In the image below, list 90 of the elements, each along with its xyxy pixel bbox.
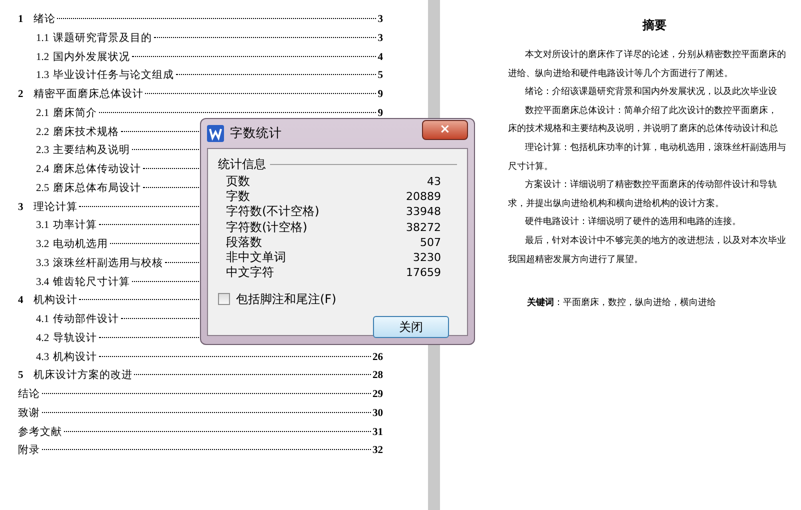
toc-page-number: 3 [378, 13, 383, 27]
stat-label: 字符数(计空格) [226, 220, 308, 235]
toc-page-number: 3 [378, 32, 383, 46]
toc-number: 3.1 [36, 219, 50, 234]
toc-entry-title: 毕业设计任务与论文组成 [53, 68, 174, 84]
toc-page-number: 5 [378, 69, 383, 84]
toc-number: 4 [18, 294, 24, 308]
keywords-line: 关键词：平面磨床，数控，纵向进给，横向进给 [526, 296, 717, 310]
stat-value: 20889 [406, 189, 441, 204]
toc-entry-title: 理论计算 [33, 200, 78, 214]
toc-entry-title: 磨床技术规格 [53, 125, 120, 140]
toc-number: 3 [18, 200, 24, 214]
toc-number: 3.4 [36, 276, 50, 290]
checkbox[interactable] [218, 293, 230, 306]
abstract-text-line: 求，并提出纵向进给机构和横向进给机构的设计方案。 [508, 196, 725, 210]
abstract-text-line: 我国超精密发展方向进行了展望。 [508, 252, 644, 266]
toc-page-number: 26 [372, 350, 383, 364]
toc-entry-title: 参考文献 [18, 425, 62, 440]
stat-label: 页数 [226, 174, 250, 190]
stat-label: 字数 [226, 189, 250, 204]
toc-page-number: 29 [372, 388, 383, 402]
toc-entry-title: 磨床总体布局设计 [53, 181, 142, 196]
toc-entry-title: 传动部件设计 [53, 312, 120, 327]
toc-entry-title: 磨床总体传动设计 [53, 162, 142, 177]
toc-page-number: 9 [378, 88, 383, 102]
toc-number: 2.1 [36, 106, 50, 121]
toc-number: 4.3 [36, 350, 50, 364]
dialog-title: 字数统计 [230, 124, 282, 142]
stat-value: 43 [427, 174, 441, 190]
toc-number: 1 [18, 13, 24, 27]
toc-number: 4.2 [36, 332, 50, 346]
abstract-text-line: 尺寸计算。 [508, 160, 554, 173]
toc-entry-title: 功率计算 [53, 218, 98, 234]
toc-entry-title: 附录 [18, 444, 40, 458]
toc-number: 1.3 [36, 69, 50, 84]
toc-number: 2.5 [36, 182, 50, 196]
checkbox-label[interactable]: 包括脚注和尾注(F) [236, 290, 336, 308]
toc-entry-title: 机构设计 [33, 293, 78, 308]
toc-entry-title: 结论 [18, 387, 40, 402]
abstract-text-line: 绪论：介绍该课题研究背景和国内外发展状况，以及此次毕业设 [524, 85, 778, 98]
stat-label: 字符数(不计空格) [226, 204, 320, 220]
toc-entry-title: 电动机选用 [53, 237, 108, 252]
close-dialog-button[interactable]: 关闭 [373, 316, 449, 338]
toc-entry-title: 锥齿轮尺寸计算 [53, 275, 130, 290]
abstract-text-line: 理论计算：包括机床功率的计算，电动机选用，滚珠丝杆副选用与 [524, 140, 787, 154]
toc-entry-title: 主要结构及说明 [53, 143, 130, 158]
app-logo-icon [207, 125, 224, 142]
toc-number: 2 [18, 88, 24, 102]
toc-entry-title: 精密平面磨床总体设计 [33, 87, 144, 102]
stat-value: 3230 [413, 250, 441, 266]
toc-number: 2.2 [36, 126, 50, 140]
toc-number: 1.1 [36, 32, 50, 46]
toc-page-number: 4 [378, 50, 383, 64]
toc-entry-title: 滚珠丝杆副选用与校核 [53, 256, 164, 271]
toc-entry-title: 致谢 [18, 406, 40, 421]
toc-number: 3.2 [36, 238, 50, 252]
toc-page-number: 31 [372, 426, 383, 440]
abstract-text-line: 数控平面磨床总体设计：简单介绍了此次设计的数控平面磨床， [524, 104, 778, 117]
toc-page-number: 28 [372, 369, 383, 384]
toc-entry-title: 机构设计 [53, 350, 98, 364]
toc-entry-title: 课题研究背景及目的 [53, 31, 152, 46]
abstract-text-line: 进给、纵向进给和硬件电路设计等几个方面进行了阐述。 [508, 66, 734, 80]
abstract-text-line: 本文对所设计的磨床作了详尽的论述，分别从精密数控平面磨床的 [524, 48, 787, 61]
abstract-title: 摘要 [641, 17, 668, 34]
group-label: 统计信息 [218, 156, 266, 173]
abstract-text-line: 最后，针对本设计中不够完美的地方的改进想法，以及对本次毕业 [524, 234, 787, 247]
stat-label: 中文字符 [226, 265, 274, 280]
stat-value: 38272 [406, 220, 441, 235]
toc-entry-title: 国内外发展状况 [53, 50, 130, 64]
toc-entry-title: 导轨设计 [53, 331, 98, 346]
abstract-text-line: 硬件电路设计：详细说明了硬件的选用和电路的连接。 [524, 215, 742, 228]
toc-page-number: 30 [372, 406, 383, 421]
stat-value: 33948 [406, 204, 441, 220]
toc-entry-title: 绪论 [33, 12, 56, 27]
stat-value: 17659 [406, 265, 441, 280]
stat-label: 段落数 [226, 234, 262, 250]
toc-entry-title: 机床设计方案的改进 [33, 368, 132, 384]
stat-label: 非中文单词 [226, 250, 286, 266]
toc-number: 2.4 [36, 163, 50, 177]
toc-number: 3.3 [36, 256, 50, 271]
toc-number: 4.1 [36, 313, 50, 327]
toc-page-number: 9 [378, 106, 383, 121]
abstract-text-line: 方案设计：详细说明了精密数控平面磨床的传动部件设计和导轨 [524, 178, 778, 192]
toc-number: 2.3 [36, 144, 50, 158]
stat-value: 507 [420, 234, 441, 250]
toc-number: 1.2 [36, 50, 50, 64]
toc-number: 5 [18, 369, 24, 384]
toc-entry-title: 磨床简介 [53, 106, 98, 121]
abstract-text-line: 床的技术规格和主要结构及说明，并说明了磨床的总体传动设计和总 [508, 122, 779, 136]
toc-page-number: 32 [372, 444, 383, 458]
